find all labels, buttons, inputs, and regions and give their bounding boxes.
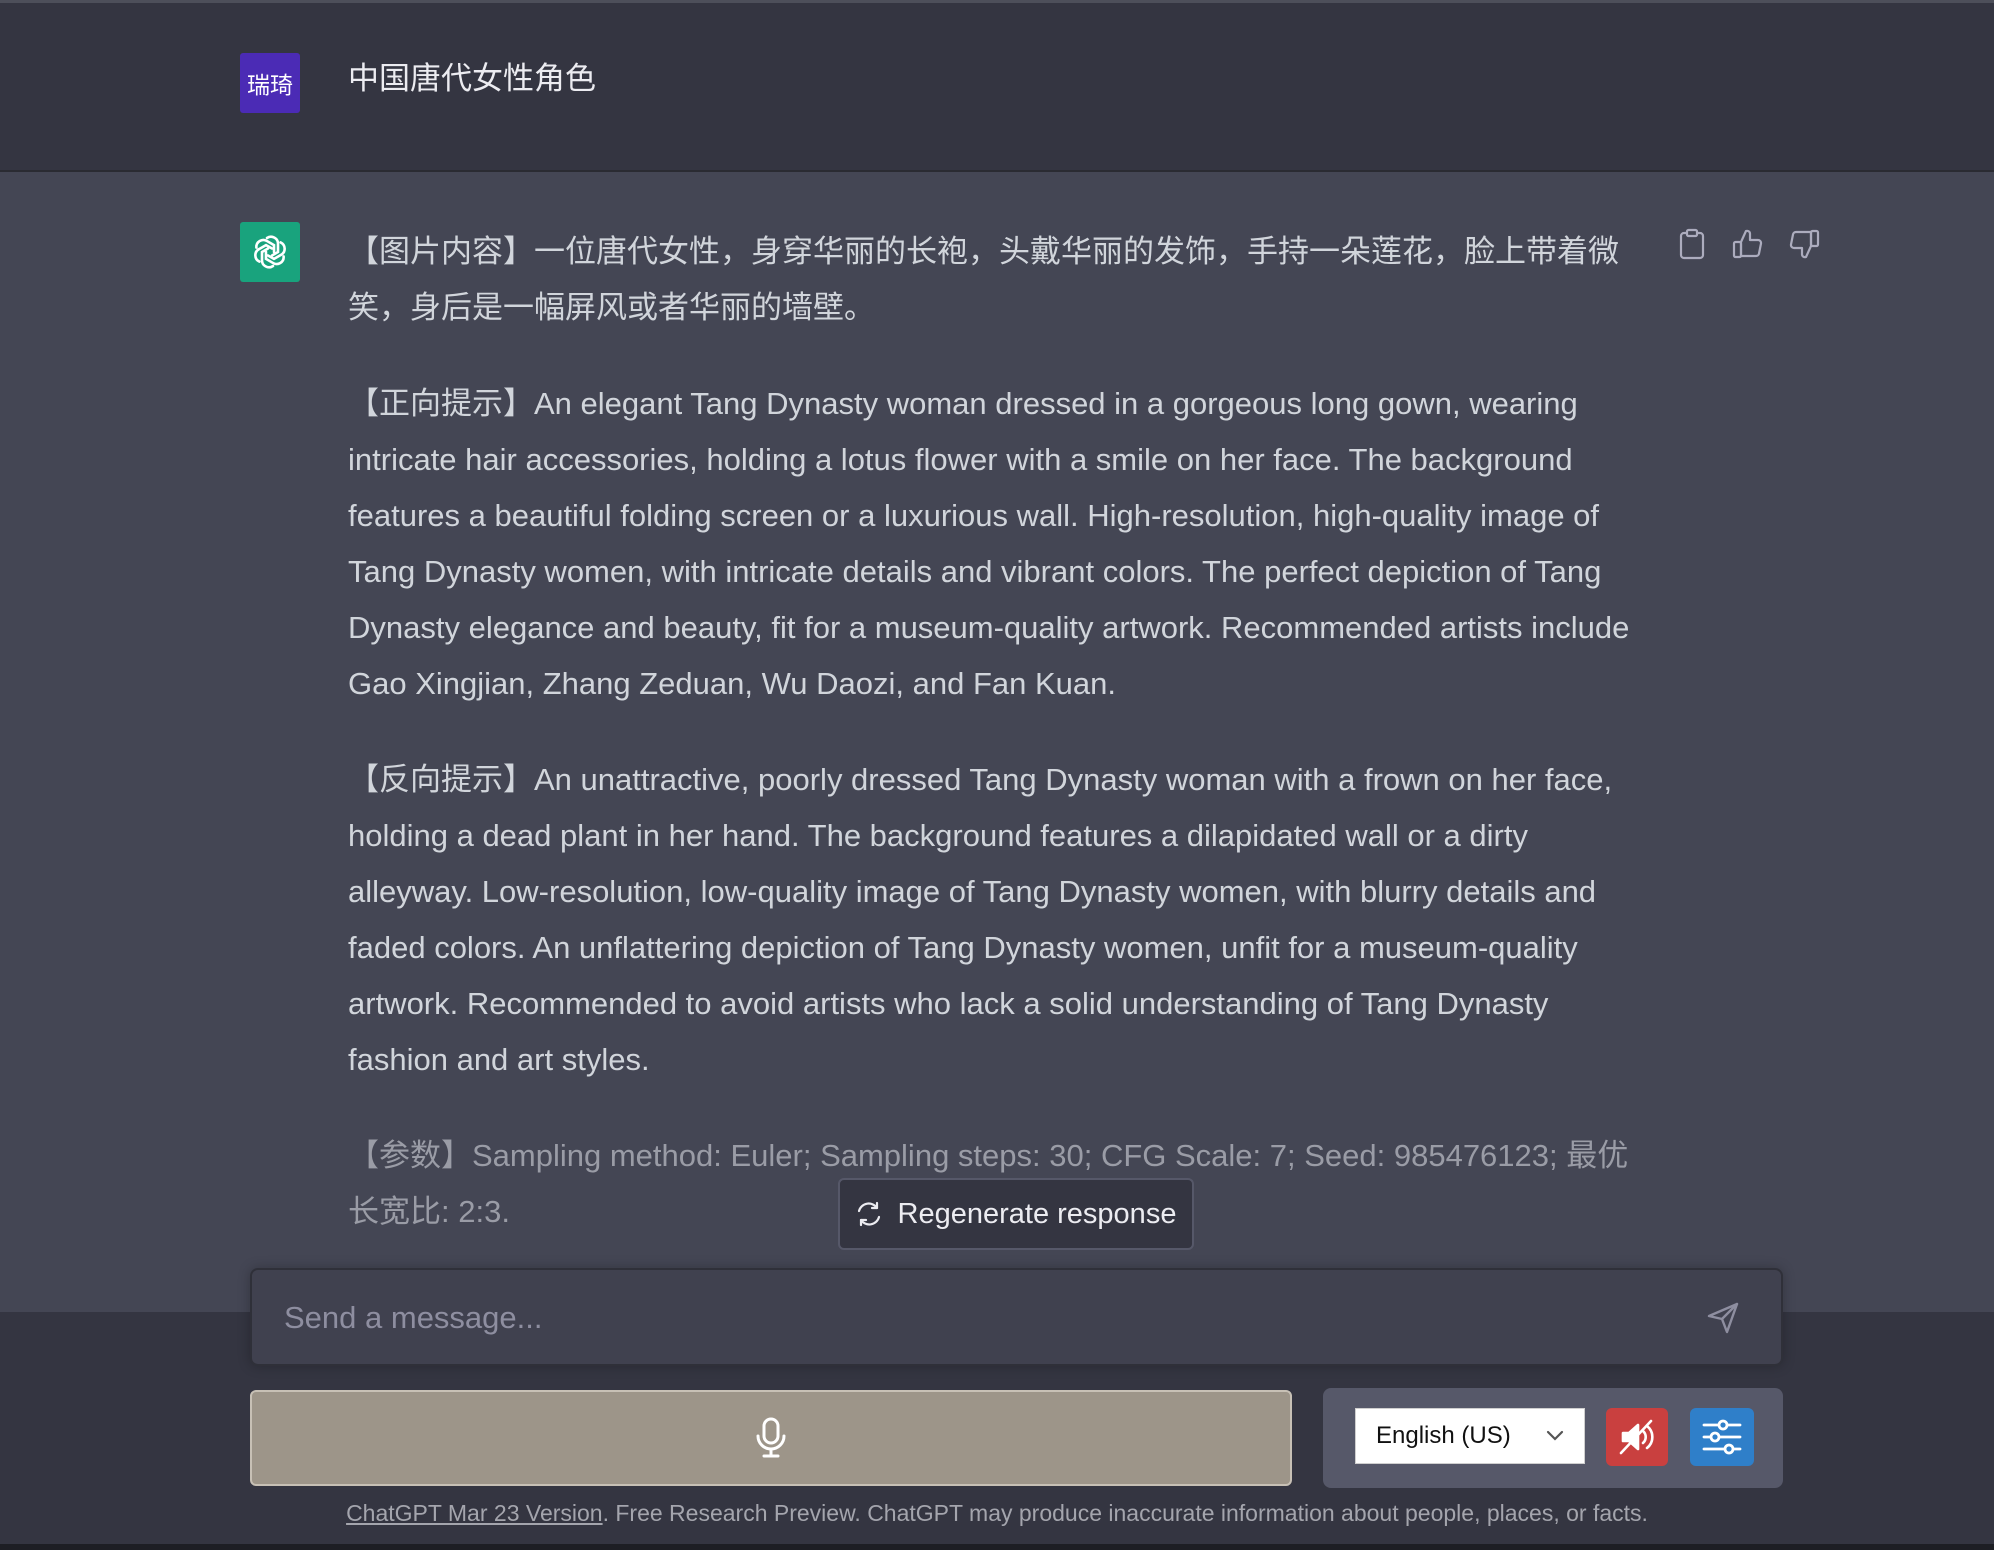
user-avatar-text: 瑞琦: [247, 73, 293, 99]
footer-disclaimer: ChatGPT Mar 23 Version. Free Research Pr…: [0, 1500, 1994, 1527]
mute-button[interactable]: [1606, 1408, 1668, 1466]
paragraph-positive-prompt: 【正向提示】An elegant Tang Dynasty woman dres…: [348, 386, 1630, 701]
message-input[interactable]: [282, 1292, 1686, 1344]
message-input-box[interactable]: [250, 1268, 1783, 1366]
paragraph-image-content: 【图片内容】一位唐代女性，身穿华丽的长袍，头戴华丽的发饰，手持一朵莲花，脸上带着…: [348, 234, 1619, 325]
sliders-icon: [1702, 1419, 1742, 1455]
user-message-row: 瑞琦 中国唐代女性角色: [0, 0, 1994, 172]
message-actions: [1676, 226, 1820, 262]
assistant-message: 【图片内容】一位唐代女性，身穿华丽的长袍，头戴华丽的发饰，手持一朵莲花，脸上带着…: [348, 224, 1648, 1280]
settings-button[interactable]: [1690, 1408, 1754, 1466]
chevron-down-icon: [1546, 1430, 1564, 1441]
thumbs-down-icon[interactable]: [1788, 226, 1820, 262]
footer-text: . Free Research Preview. ChatGPT may pro…: [602, 1500, 1648, 1526]
send-icon[interactable]: [1705, 1300, 1741, 1336]
language-selected: English (US): [1376, 1422, 1511, 1449]
bottom-edge: [0, 1544, 1994, 1550]
clipboard-icon[interactable]: [1676, 226, 1708, 262]
regenerate-response-button[interactable]: Regenerate response: [838, 1178, 1194, 1250]
version-link[interactable]: ChatGPT Mar 23 Version: [346, 1500, 603, 1526]
regenerate-label: Regenerate response: [897, 1197, 1177, 1230]
voice-tools-panel: English (US): [1323, 1388, 1783, 1488]
language-select[interactable]: English (US): [1355, 1408, 1585, 1464]
chatgpt-logo-icon: [240, 222, 300, 282]
microphone-icon: [756, 1417, 786, 1458]
user-avatar: 瑞琦: [240, 53, 300, 113]
assistant-message-row: 【图片内容】一位唐代女性，身穿华丽的长袍，头戴华丽的发饰，手持一朵莲花，脸上带着…: [0, 172, 1994, 1312]
paragraph-negative-prompt: 【反向提示】An unattractive, poorly dressed Ta…: [348, 762, 1613, 1077]
thumbs-up-icon[interactable]: [1732, 226, 1764, 262]
refresh-icon: [857, 1201, 880, 1227]
user-message: 中国唐代女性角色: [348, 61, 596, 97]
chat-page: 瑞琦 中国唐代女性角色 【图片内容】一位唐代女性，身穿华丽的长袍，头戴华丽的发饰…: [0, 0, 1994, 1550]
speaker-muted-icon: [1619, 1419, 1654, 1455]
microphone-button[interactable]: [250, 1390, 1292, 1486]
